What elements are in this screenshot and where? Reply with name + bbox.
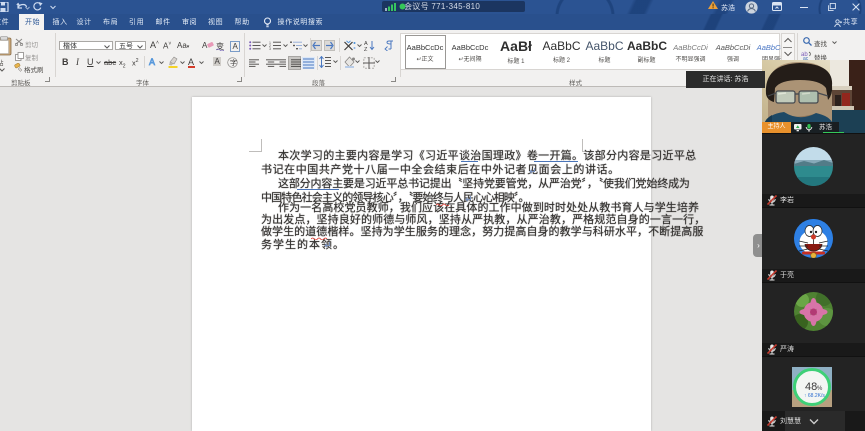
svg-text:%: % [817, 386, 823, 392]
svg-text:字: 字 [230, 58, 237, 67]
svg-text:↑ 68.2K/s: ↑ 68.2K/s [804, 393, 825, 399]
svg-text:Z: Z [364, 47, 368, 51]
svg-text:3: 3 [269, 47, 271, 50]
svg-text:48: 48 [805, 381, 817, 393]
